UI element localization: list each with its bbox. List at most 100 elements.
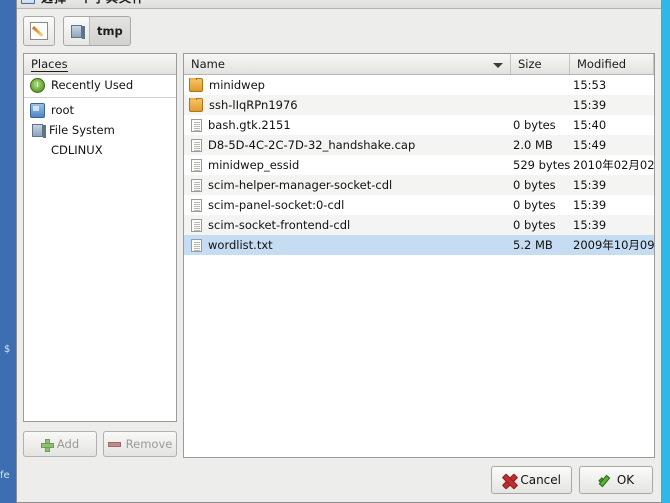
file-name-cell: minidwep (184, 78, 511, 92)
file-list-rows: minidwep 15:53 ssh-lIqRPn1976 15:39 bash.gtk… (184, 75, 654, 457)
table-row[interactable]: scim-helper-manager-socket-cdl 0 bytes 15:… (184, 175, 654, 195)
file-name-label: minidwep (209, 78, 265, 92)
sidebar-item-cdlinux[interactable]: CDLINUX (24, 140, 176, 160)
file-name-cell: wordlist.txt (184, 238, 511, 252)
file-size-cell: 0 bytes (513, 218, 556, 232)
sidebar-item-label: File System (49, 123, 115, 137)
places-buttons: Add Remove (23, 422, 177, 458)
folder-icon (30, 102, 45, 118)
file-name-label: bash.gtk.2151 (208, 118, 291, 132)
sidebar-divider (24, 97, 176, 98)
add-button-label: Add (56, 437, 80, 451)
file-list-header: Name Size Modified (184, 54, 654, 75)
path-bar: tmp (63, 16, 131, 46)
file-name-label: minidwep_essid (208, 158, 300, 172)
create-folder-button[interactable] (23, 16, 55, 46)
file-modified-cell: 15:39 (573, 218, 607, 232)
table-row[interactable]: minidwep 15:53 (184, 75, 654, 95)
places-pane: Places Recently Used root File System CD… (23, 53, 177, 458)
file-name-cell: minidwep_essid (184, 158, 511, 172)
file-name-label: D8-5D-4C-2C-7D-32_handshake.cap (208, 138, 416, 152)
file-name-cell: bash.gtk.2151 (184, 118, 511, 132)
file-size-cell: 0 bytes (513, 198, 556, 212)
column-header-label: Size (518, 57, 542, 71)
path-segment-root[interactable] (64, 17, 89, 45)
sidebar-item-label: root (51, 103, 75, 117)
file-size-cell: 0 bytes (513, 178, 556, 192)
table-row[interactable]: wordlist.txt 5.2 MB 2009年10月09日 (184, 235, 654, 255)
file-size-cell: 529 bytes (513, 158, 571, 172)
desktop-text-fragment-bottom: fe (0, 470, 10, 481)
sidebar-item-label: CDLINUX (51, 143, 103, 157)
file-size-cell: 2.0 MB (513, 138, 553, 152)
file-icon (191, 218, 202, 232)
title-bar[interactable]: 选择一个字典文件 (17, 0, 661, 9)
add-bookmark-button[interactable]: Add (23, 431, 97, 457)
drive-icon (32, 123, 46, 138)
table-row[interactable]: bash.gtk.2151 0 bytes 15:40 (184, 115, 654, 135)
table-row[interactable]: D8-5D-4C-2C-7D-32_handshake.cap 2.0 MB 15:… (184, 135, 654, 155)
folder-icon (189, 98, 203, 112)
cancel-button[interactable]: Cancel (491, 466, 572, 494)
file-modified-cell: 15:39 (573, 98, 607, 112)
file-modified-cell: 15:39 (573, 198, 607, 212)
remove-button-label: Remove (125, 437, 173, 451)
toolbar: tmp (17, 9, 661, 53)
file-modified-cell: 15:53 (573, 78, 607, 92)
file-name-cell: scim-helper-manager-socket-cdl (184, 178, 511, 192)
file-icon (191, 118, 202, 132)
sidebar-item-recently-used[interactable]: Recently Used (24, 75, 176, 95)
window-title: 选择一个字典文件 (41, 0, 145, 6)
file-name-label: scim-socket-frontend-cdl (208, 218, 351, 232)
table-row[interactable]: minidwep_essid 529 bytes2010年02月02日 (184, 155, 654, 175)
file-name-cell: scim-socket-frontend-cdl (184, 218, 511, 232)
drive-icon (71, 24, 85, 39)
minus-icon (107, 441, 121, 447)
file-modified-cell: 15:39 (573, 178, 607, 192)
file-icon (191, 158, 202, 172)
sidebar-item-label: Recently Used (51, 78, 134, 92)
file-icon (191, 198, 202, 212)
file-chooser-dialog: 选择一个字典文件 tmp Places Recently Used (16, 0, 662, 503)
column-header-label: Name (191, 57, 225, 71)
file-modified-cell: 15:49 (573, 138, 607, 152)
sidebar-item-root[interactable]: root (24, 100, 176, 120)
plus-icon (40, 438, 54, 452)
file-icon (191, 178, 202, 192)
file-modified-cell: 2010年02月02日 (573, 158, 654, 172)
window-icon (21, 0, 35, 4)
column-header-size[interactable]: Size (511, 54, 570, 74)
sidebar-item-file-system[interactable]: File System (24, 120, 176, 140)
ok-button[interactable]: OK (579, 466, 653, 494)
places-header-label: Places (31, 56, 68, 72)
path-segment-label: tmp (97, 24, 123, 38)
column-header-modified[interactable]: Modified (570, 54, 654, 74)
dialog-action-area: Cancel OK (17, 458, 661, 502)
path-segment-tmp[interactable]: tmp (89, 17, 130, 45)
places-header: Places (24, 54, 176, 75)
chevron-down-icon (493, 63, 503, 68)
file-size-cell: 5.2 MB (513, 238, 553, 252)
ok-button-label: OK (616, 473, 635, 487)
file-modified-cell: 2009年10月09日 (573, 238, 654, 252)
file-name-label: ssh-lIqRPn1976 (209, 98, 298, 112)
column-header-name[interactable]: Name (184, 54, 511, 74)
desktop-text-fragment-top: $ (4, 344, 11, 355)
places-list: Places Recently Used root File System CD… (23, 53, 177, 422)
file-size-cell: 0 bytes (513, 118, 556, 132)
remove-bookmark-button[interactable]: Remove (103, 431, 177, 457)
table-row[interactable]: scim-socket-frontend-cdl 0 bytes 15:39 (184, 215, 654, 235)
close-x-icon (502, 474, 515, 487)
file-name-cell: D8-5D-4C-2C-7D-32_handshake.cap (184, 138, 511, 152)
blank-icon (30, 143, 45, 158)
file-icon (191, 138, 202, 152)
file-name-cell: scim-panel-socket:0-cdl (184, 198, 511, 212)
table-row[interactable]: scim-panel-socket:0-cdl 0 bytes 15:39 (184, 195, 654, 215)
table-row[interactable]: ssh-lIqRPn1976 15:39 (184, 95, 654, 115)
clock-icon (30, 77, 45, 93)
file-name-label: scim-panel-socket:0-cdl (208, 198, 345, 212)
pencil-icon (30, 22, 48, 40)
folder-icon (189, 78, 203, 92)
cancel-button-label: Cancel (520, 473, 561, 487)
file-name-cell: ssh-lIqRPn1976 (184, 98, 511, 112)
